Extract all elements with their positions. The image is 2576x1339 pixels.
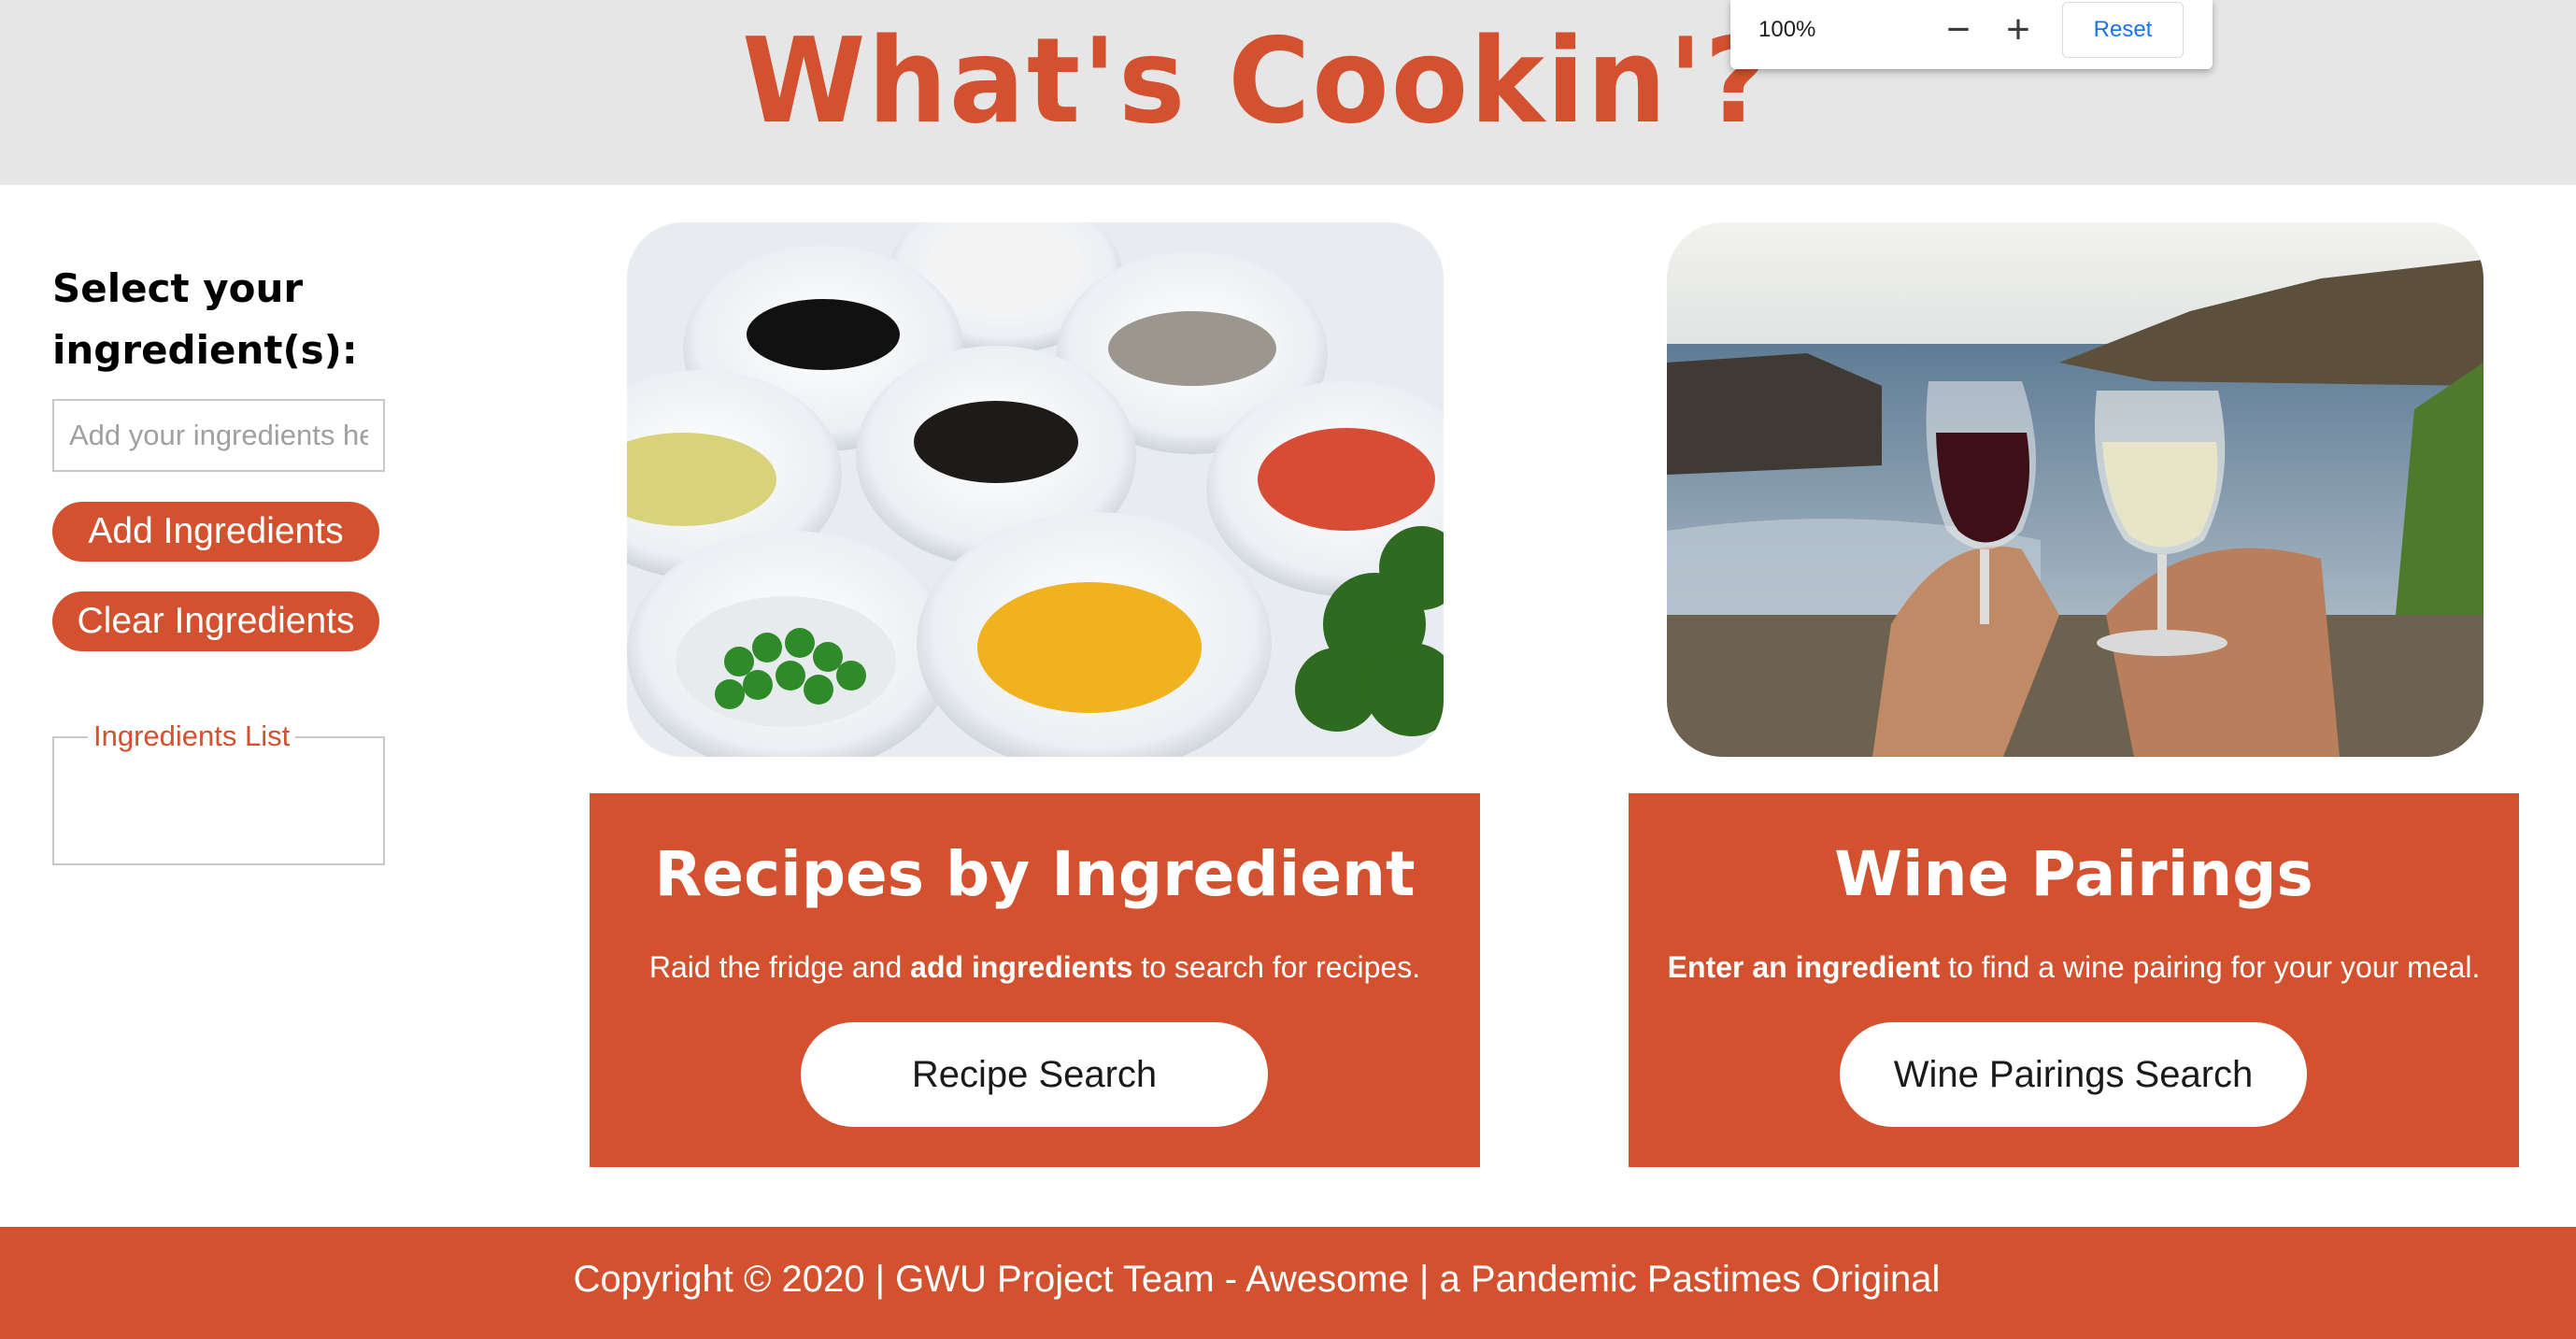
wine-card-description: Enter an ingredient to find a wine pairi… <box>1629 950 2519 985</box>
ingredients-image <box>627 222 1444 757</box>
recipe-search-button[interactable]: Recipe Search <box>801 1022 1268 1127</box>
zoom-popup: 100% − + Reset <box>1730 0 2213 69</box>
wine-pairings-search-button[interactable]: Wine Pairings Search <box>1840 1022 2307 1127</box>
recipes-card-description: Raid the fridge and add ingredients to s… <box>590 950 1480 985</box>
wine-card: Wine Pairings Enter an ingredient to fin… <box>1629 793 2519 1167</box>
wine-toast-image <box>1667 222 2483 757</box>
recipes-card-title: Recipes by Ingredient <box>654 838 1416 910</box>
recipes-desc-bold: add ingredients <box>910 950 1133 984</box>
site-footer: Copyright © 2020 | GWU Project Team - Aw… <box>0 1227 2576 1339</box>
footer-copyright: Copyright © 2020 | GWU Project Team - Aw… <box>573 1259 1941 1300</box>
clear-ingredients-button[interactable]: Clear Ingredients <box>52 591 379 651</box>
minus-icon[interactable]: − <box>1938 7 1979 52</box>
wine-card-title: Wine Pairings <box>1834 838 2313 910</box>
plus-icon[interactable]: + <box>1998 7 2039 52</box>
recipes-desc-prefix: Raid the fridge and <box>648 950 911 984</box>
add-ingredients-button[interactable]: Add Ingredients <box>52 502 379 562</box>
zoom-level: 100% <box>1758 17 1816 42</box>
recipes-desc-suffix: to search for recipes. <box>1132 950 1421 984</box>
select-ingredients-heading: Select your ingredient(s): <box>52 265 358 373</box>
ingredients-list: Ingredients List <box>52 719 385 865</box>
ingredient-input[interactable] <box>52 399 385 472</box>
recipes-card: Recipes by Ingredient Raid the fridge an… <box>590 793 1480 1167</box>
ingredients-list-legend: Ingredients List <box>88 719 296 753</box>
wine-desc-bold: Enter an ingredient <box>1667 950 1941 984</box>
zoom-reset-button[interactable]: Reset <box>2062 2 2184 58</box>
wine-desc-suffix: to find a wine pairing for your your mea… <box>1940 950 2481 984</box>
